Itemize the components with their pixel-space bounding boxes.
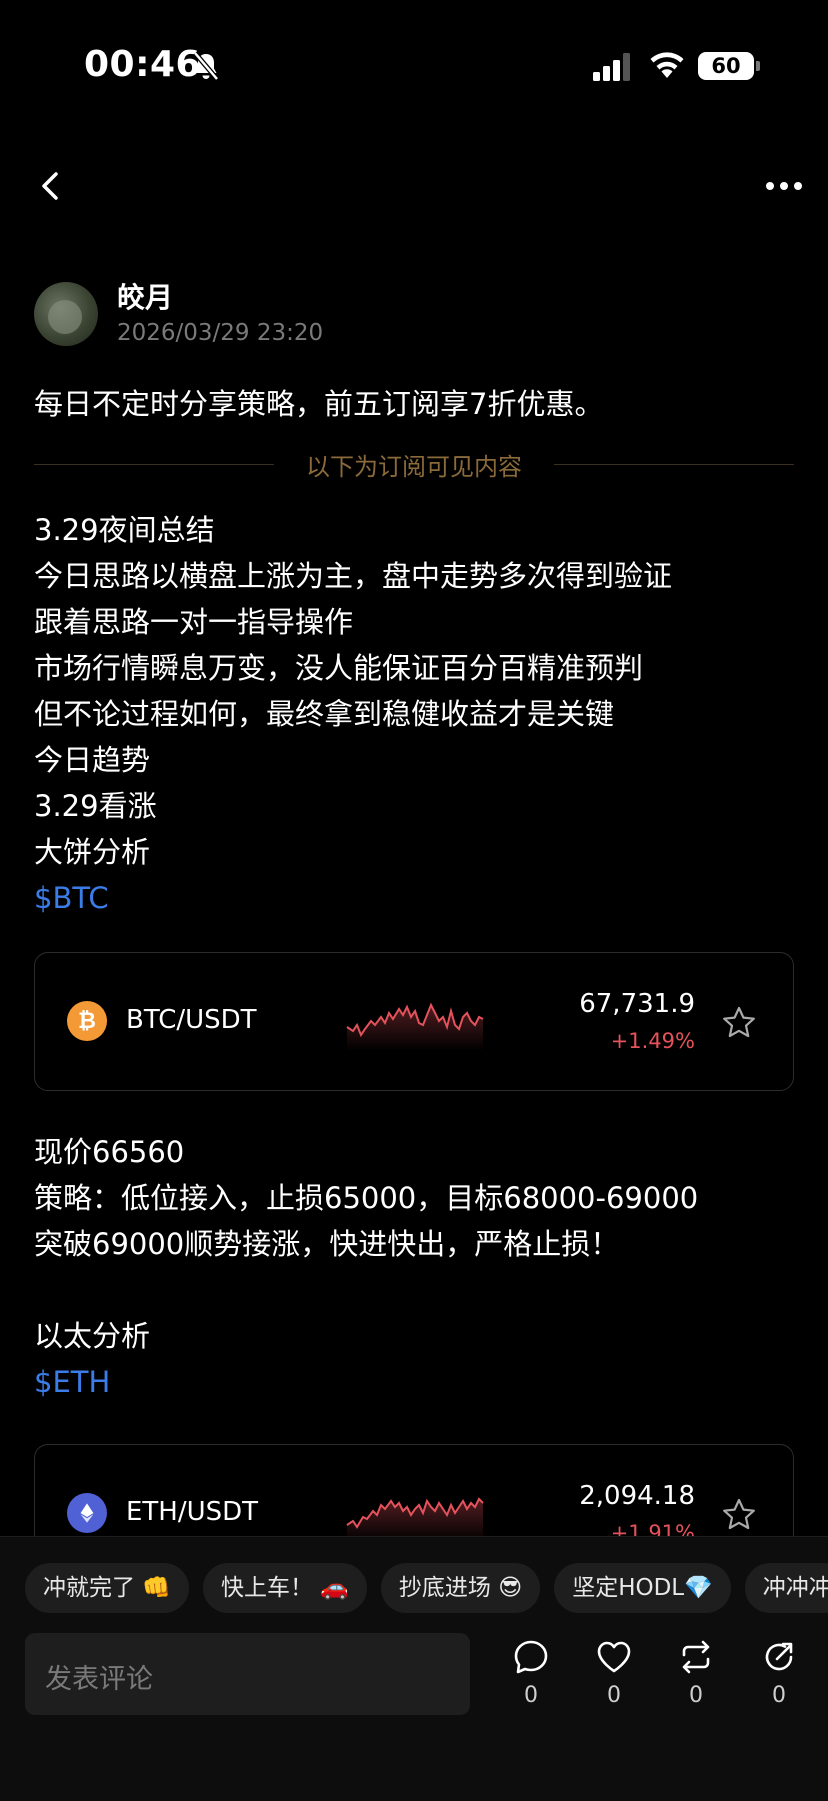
comment-input[interactable]: 发表评论: [25, 1633, 470, 1715]
eth-tag-link[interactable]: $ETH: [34, 1359, 698, 1405]
body-line: 3.29夜间总结: [34, 513, 215, 547]
ethereum-icon: [67, 1493, 107, 1533]
share-button[interactable]: 0: [749, 1639, 809, 1708]
body-line: 策略：低位接入，止损65000，目标68000-69000: [34, 1181, 699, 1215]
heart-icon: [597, 1641, 631, 1673]
like-count: 0: [607, 1683, 621, 1708]
subscriber-divider: 以下为订阅可见内容: [34, 447, 794, 481]
repost-icon: [682, 1640, 710, 1674]
star-icon[interactable]: [721, 1497, 757, 1533]
body-line: 今日趋势: [34, 743, 151, 777]
post-timestamp: 2026/03/29 23:20: [117, 320, 324, 346]
author-name[interactable]: 皎月: [117, 276, 173, 316]
quick-reply-chip[interactable]: 抄底进场 😎: [380, 1563, 541, 1613]
more-options-icon[interactable]: [764, 180, 804, 192]
comment-placeholder: 发表评论: [45, 1664, 153, 1695]
comment-bubble-icon: [514, 1640, 548, 1674]
quick-reply-chip[interactable]: 坚定HODL💎: [554, 1563, 731, 1613]
post-body-continued: 现价66560 策略：低位接入，止损65000，目标68000-69000 突破…: [34, 1129, 698, 1405]
wifi-icon: [650, 52, 684, 78]
body-line: 今日思路以横盘上涨为主，盘中走势多次得到验证: [34, 559, 673, 593]
like-button[interactable]: 0: [584, 1639, 644, 1708]
star-icon[interactable]: [721, 1005, 757, 1041]
status-bar: 00:46 60: [0, 0, 828, 120]
post-body: 3.29夜间总结 今日思路以横盘上涨为主，盘中走势多次得到验证 跟着思路一对一指…: [34, 507, 672, 921]
bottom-bar: 冲就完了 👊 快上车！ 🚗 抄底进场 😎 坚定HODL💎 冲冲冲 发表评论 0 0 0 …: [0, 1536, 828, 1801]
body-line: 以太分析: [34, 1319, 151, 1353]
share-count: 0: [772, 1683, 786, 1708]
body-line: 大饼分析: [34, 835, 151, 869]
ticker-card-btc[interactable]: ₿ BTC/USDT 67,731.9 +1.49%: [34, 952, 794, 1091]
body-line: 3.29看涨: [34, 789, 157, 823]
quick-reply-chip[interactable]: 快上车！ 🚗: [202, 1563, 367, 1613]
share-icon: [765, 1642, 793, 1671]
cellular-signal-icon: [593, 53, 630, 81]
bitcoin-icon: ₿: [67, 1001, 107, 1041]
eth-sparkline: [346, 1497, 484, 1543]
avatar[interactable]: [34, 282, 98, 346]
body-line: 现价66560: [34, 1135, 185, 1169]
status-time: 00:46: [84, 44, 202, 85]
ticker-price: 2,094.18: [579, 1481, 695, 1511]
ticker-pair: BTC/USDT: [126, 1005, 257, 1035]
body-line: 跟着思路一对一指导操作: [34, 605, 354, 639]
btc-sparkline: [346, 1002, 484, 1051]
ticker-pair: ETH/USDT: [126, 1497, 259, 1527]
body-line: 但不论过程如何，最终拿到稳健收益才是关键: [34, 697, 615, 731]
bell-muted-icon: [193, 51, 219, 81]
body-line: 市场行情瞬息万变，没人能保证百分百精准预判: [34, 651, 644, 685]
btc-tag-link[interactable]: $BTC: [34, 875, 672, 921]
quick-reply-chips: 冲就完了 👊 快上车！ 🚗 抄底进场 😎 坚定HODL💎 冲冲冲: [25, 1563, 828, 1613]
comment-button[interactable]: 0: [501, 1639, 561, 1708]
ticker-price: 67,731.9: [579, 989, 695, 1019]
ticker-change: +1.49%: [610, 1029, 695, 1053]
repost-button[interactable]: 0: [666, 1639, 726, 1708]
back-arrow-icon[interactable]: [36, 168, 66, 204]
battery-indicator: 60: [698, 52, 760, 80]
body-line: [34, 1267, 698, 1313]
body-line: 突破69000顺势接涨，快进快出，严格止损！: [34, 1227, 620, 1261]
quick-reply-chip[interactable]: 冲冲冲: [744, 1563, 828, 1613]
post-intro: 每日不定时分享策略，前五订阅享7折优惠。: [34, 387, 604, 421]
quick-reply-chip[interactable]: 冲就完了 👊: [25, 1563, 189, 1613]
repost-count: 0: [689, 1683, 703, 1708]
comment-count: 0: [524, 1683, 538, 1708]
